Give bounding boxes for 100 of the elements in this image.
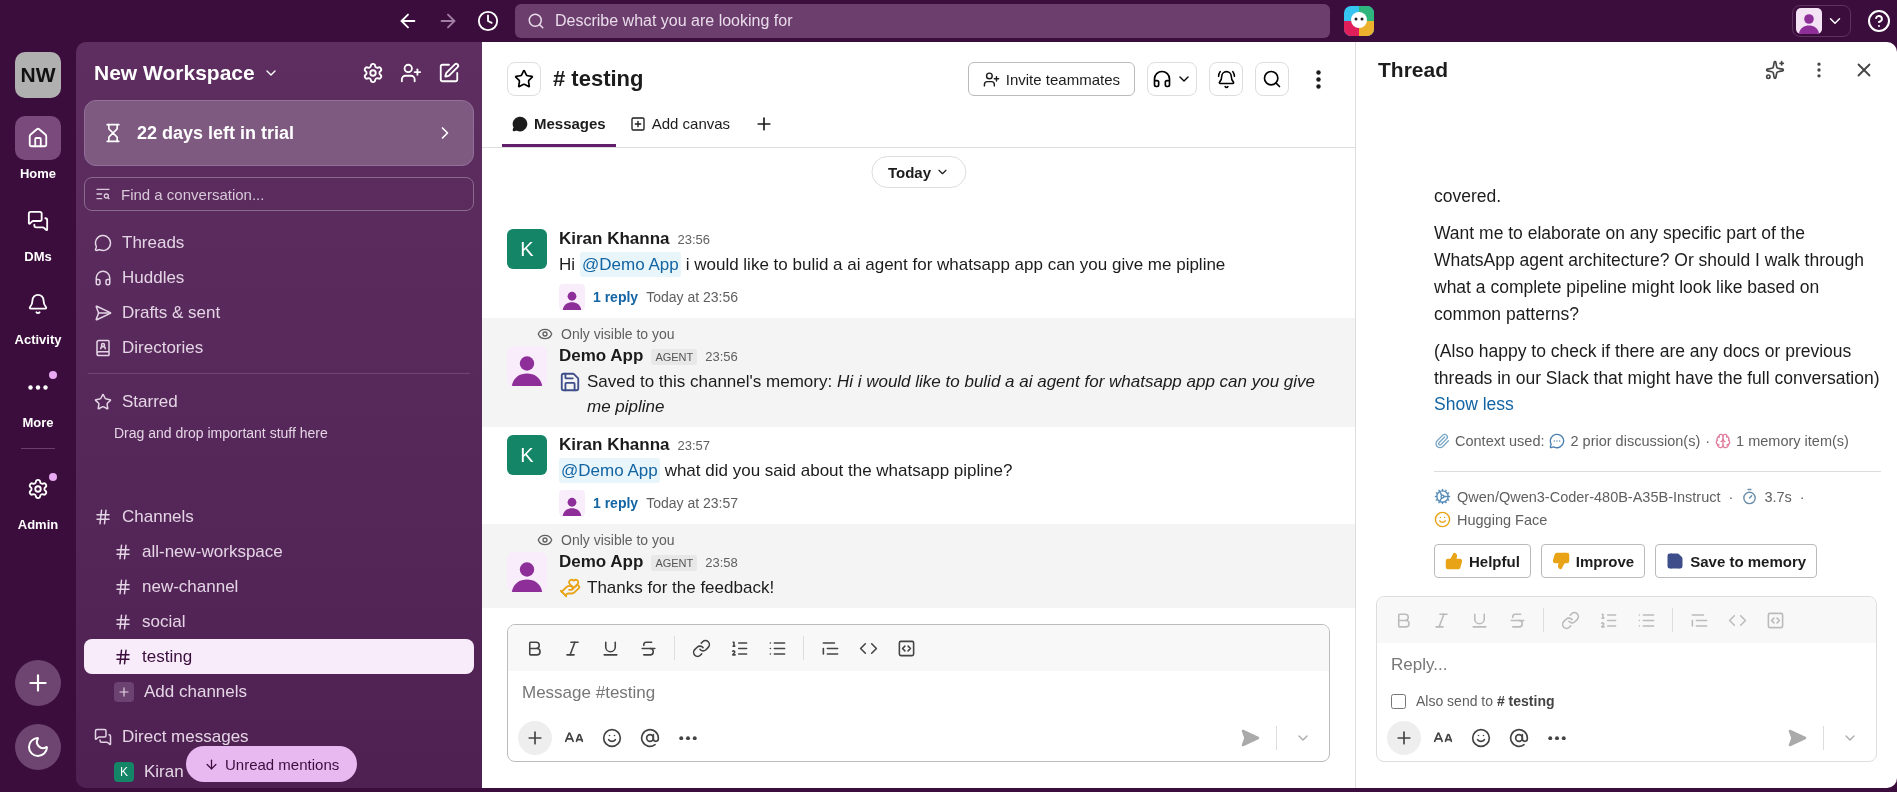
message-text: what did you said about the whatsapp pipline? <box>664 460 1013 482</box>
channel-item[interactable]: testing <box>84 639 474 674</box>
headphones-icon <box>1152 69 1172 89</box>
feedback-button[interactable]: Save to memory <box>1655 544 1818 578</box>
rail-item[interactable]: More <box>15 365 61 430</box>
more-icon <box>679 735 697 741</box>
unread-mentions-button[interactable]: Unread mentions <box>186 746 358 782</box>
channel-item[interactable]: social <box>84 604 474 639</box>
author-name[interactable]: Demo App <box>559 552 644 572</box>
channels-section[interactable]: Channels <box>84 499 474 534</box>
agent-badge: AGENT <box>651 555 698 571</box>
nav-item[interactable]: Directories <box>84 330 474 365</box>
tab[interactable]: Messages <box>502 103 616 147</box>
visibility-note: Only visible to you <box>561 532 675 548</box>
history-icon[interactable] <box>475 8 501 34</box>
timestamp: 23:57 <box>677 438 711 453</box>
home-icon <box>27 127 49 149</box>
avatar[interactable]: K <box>507 435 547 475</box>
star-icon <box>94 392 112 411</box>
message-text: Saved to this channel's memory: Hi i would like to bulid a ai agent for whatsapp app can you give me pipline <box>587 371 1317 418</box>
avatar[interactable] <box>507 346 547 386</box>
avatar[interactable]: K <box>507 229 547 269</box>
agent-badge: AGENT <box>651 349 698 365</box>
starred-hint: Drag and drop important stuff here <box>113 424 329 443</box>
chat-bubble-icon <box>512 115 528 132</box>
nav-item[interactable]: Drafts & sent <box>84 295 474 330</box>
author-name[interactable]: Kiran Khanna <box>559 435 670 455</box>
date-divider-button[interactable]: Today <box>870 156 967 188</box>
theme-button[interactable] <box>15 724 61 770</box>
more-icon <box>1548 735 1566 741</box>
hourglass-icon <box>103 123 123 143</box>
search-field[interactable]: Describe what you are looking for <box>515 4 1330 38</box>
also-send-checkbox[interactable] <box>1391 693 1406 709</box>
context-label: Context used: <box>1455 433 1545 449</box>
eye-icon <box>537 326 553 342</box>
author-name[interactable]: Demo App <box>559 346 644 366</box>
avatar[interactable] <box>507 552 547 592</box>
attach-button[interactable] <box>1387 721 1421 755</box>
visibility-note: Only visible to you <box>561 326 675 342</box>
thread-paragraph: Want me to elaborate on any specific part of the WhatsApp agent architecture? Or should I walk through what a complete pipeline might look like based on common patterns? <box>1434 222 1865 326</box>
channel-item[interactable]: new-channel <box>84 569 474 604</box>
context-memory: 1 memory item(s) <box>1736 433 1849 449</box>
separator: · <box>1705 433 1711 449</box>
thread-title: Thread <box>1378 58 1449 82</box>
add-channels-item[interactable]: Add channels <box>84 674 474 709</box>
workspace-name[interactable]: New Workspace <box>94 61 350 85</box>
paperclip-icon <box>1434 433 1450 449</box>
context-discussions: 2 prior discussion(s) <box>1570 433 1701 449</box>
feedback-button[interactable]: Helpful <box>1434 544 1531 578</box>
feedback-button[interactable]: Improve <box>1540 544 1646 578</box>
search-field[interactable]: Find a conversation... <box>84 177 474 211</box>
moon-icon <box>26 735 50 759</box>
bell-icon <box>1216 69 1236 89</box>
message-text: Thanks for the feedback! <box>587 577 775 599</box>
separator: · <box>1799 488 1805 505</box>
user-avatar <box>1796 8 1822 34</box>
nav-item[interactable]: Threads <box>84 225 474 260</box>
send-icon <box>94 303 112 322</box>
mention-link[interactable]: @Demo App <box>559 458 660 483</box>
avatar: K <box>114 761 134 782</box>
channel-item[interactable]: all-new-workspace <box>84 534 474 569</box>
stopwatch-icon <box>1741 488 1759 505</box>
hash-icon <box>114 612 132 631</box>
tab[interactable]: Add canvas <box>619 103 741 147</box>
reply-time: Today at 23:57 <box>646 495 738 511</box>
trial-banner[interactable]: 22 days left in trial <box>84 100 474 166</box>
mention-link[interactable]: @Demo App <box>580 252 681 277</box>
author-name[interactable]: Kiran Khanna <box>559 229 670 249</box>
reply-avatar <box>559 490 585 516</box>
show-less-link[interactable]: Show less <box>1434 394 1514 415</box>
hash-icon <box>114 647 132 666</box>
user-menu-button[interactable] <box>1792 5 1851 37</box>
add-button[interactable] <box>15 660 61 706</box>
gear-icon <box>1434 488 1451 505</box>
help-icon[interactable] <box>1865 7 1893 35</box>
reply-time: Today at 23:56 <box>646 289 738 305</box>
add-user-icon <box>982 70 1000 88</box>
rail-item[interactable]: Admin <box>15 467 61 532</box>
nav-item[interactable]: Huddles <box>84 260 474 295</box>
message-composer[interactable]: Message #testing <box>507 624 1330 762</box>
attach-button[interactable] <box>518 721 552 755</box>
notifications-button[interactable] <box>1209 62 1243 96</box>
chat-bubbles-icon <box>94 727 112 746</box>
invite-button[interactable]: Invite teammates <box>967 62 1135 96</box>
search-button[interactable] <box>1255 62 1289 96</box>
timestamp: 23:58 <box>705 555 738 570</box>
starred-section[interactable]: Starred <box>84 384 474 419</box>
app-logo-icon[interactable] <box>1344 6 1374 36</box>
huddle-button[interactable] <box>1147 62 1197 96</box>
hash-icon <box>114 577 132 596</box>
bell-icon <box>27 293 49 315</box>
reply-composer[interactable]: Reply... Also send to # testing <box>1376 596 1877 762</box>
reply-count-link[interactable]: 1 reply <box>593 495 639 511</box>
rail-item[interactable]: DMs <box>15 199 61 264</box>
star-button[interactable] <box>507 62 541 96</box>
workspace-icon[interactable]: NW <box>15 52 61 98</box>
message-text: i would like to bulid a ai agent for whatsapp app can you give me pipline <box>685 254 1226 276</box>
hash-icon <box>114 542 132 561</box>
reply-count-link[interactable]: 1 reply <box>593 289 639 305</box>
rail-item[interactable]: Activity <box>14 282 62 347</box>
